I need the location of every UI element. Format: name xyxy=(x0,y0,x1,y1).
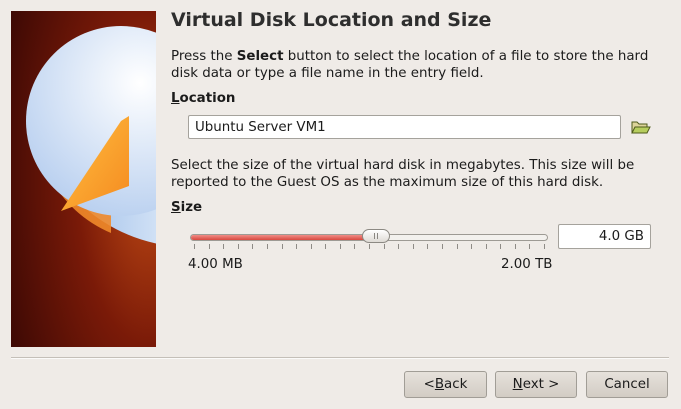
button-separator xyxy=(11,357,669,359)
slider-tick xyxy=(310,244,312,249)
slider-tick xyxy=(412,244,414,249)
back-button-pre: < xyxy=(423,377,435,392)
size-input[interactable] xyxy=(558,224,651,249)
back-button-mnemonic: B xyxy=(434,377,445,392)
slider-grip xyxy=(377,233,379,239)
location-label-rest: ocation xyxy=(179,91,236,106)
intro-text-bold: Select xyxy=(236,49,284,64)
slider-tick xyxy=(354,244,356,249)
wizard-banner-image xyxy=(11,11,156,347)
intro-text: Press the Select button to select the lo… xyxy=(171,48,648,82)
next-button-rest: ext > xyxy=(522,377,560,392)
slider-tick xyxy=(296,244,298,249)
intro-text-line2: disk data or type a file name in the ent… xyxy=(171,66,484,81)
slider-tick xyxy=(544,244,545,249)
location-label-mnemonic: L xyxy=(171,91,180,106)
slider-tick xyxy=(339,244,341,249)
select-location-button[interactable] xyxy=(629,117,651,137)
slider-tick xyxy=(485,244,487,249)
slider-tick xyxy=(369,244,370,249)
slider-tick xyxy=(208,244,210,249)
size-label-rest: ize xyxy=(180,200,203,215)
slider-tick xyxy=(529,244,531,249)
page-title: Virtual Disk Location and Size xyxy=(171,9,492,31)
next-button[interactable]: Next > xyxy=(495,371,577,398)
slider-tick xyxy=(441,244,443,249)
size-description-line2: reported to the Guest OS as the maximum … xyxy=(171,175,604,190)
slider-tick xyxy=(427,244,429,249)
slider-thumb[interactable] xyxy=(362,229,391,243)
slider-tick xyxy=(252,244,254,249)
slider-tick xyxy=(471,244,473,249)
slider-tick xyxy=(281,244,283,249)
location-input[interactable] xyxy=(188,115,621,139)
size-label: Size xyxy=(171,200,202,215)
slider-tick xyxy=(398,244,400,249)
size-description-line1: Select the size of the virtual hard disk… xyxy=(171,158,635,173)
slider-max-label: 2.00 TB xyxy=(501,257,553,272)
intro-text-pre: Press the xyxy=(171,49,237,64)
slider-fill xyxy=(191,235,378,240)
size-label-mnemonic: S xyxy=(171,200,181,215)
slider-ticks xyxy=(194,244,545,250)
location-label: Location xyxy=(171,91,235,106)
next-button-mnemonic: N xyxy=(512,377,523,392)
intro-text-post: button to select the location of a file … xyxy=(283,49,649,64)
slider-tick xyxy=(456,244,458,249)
slider-tick xyxy=(223,244,225,249)
back-button-rest: ack xyxy=(444,377,468,392)
slider-tick xyxy=(325,244,327,249)
slider-tick xyxy=(194,244,195,249)
size-description: Select the size of the virtual hard disk… xyxy=(171,157,634,191)
slider-tick xyxy=(237,244,239,249)
folder-open-icon xyxy=(631,121,651,134)
slider-tick xyxy=(514,244,516,249)
slider-tick xyxy=(266,244,268,249)
slider-grip xyxy=(374,233,376,239)
slider-tick xyxy=(383,244,385,249)
slider-min-label: 4.00 MB xyxy=(188,257,243,272)
back-button[interactable]: < Back xyxy=(404,371,487,398)
size-slider[interactable] xyxy=(188,227,550,257)
slider-tick xyxy=(500,244,502,249)
cancel-button[interactable]: Cancel xyxy=(586,371,668,398)
